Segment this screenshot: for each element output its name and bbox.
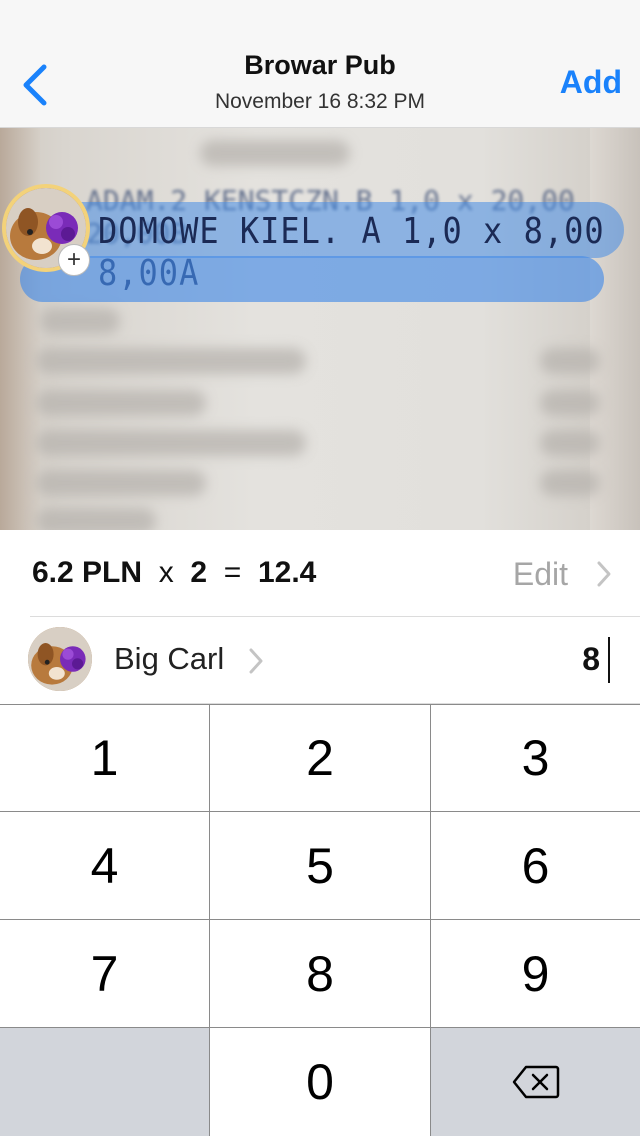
blurred-receipt-text — [36, 470, 206, 496]
avatar — [28, 627, 92, 691]
number-keypad: 1 2 3 4 5 6 7 8 9 0 — [0, 704, 640, 1136]
backspace-icon — [512, 1065, 559, 1099]
key-5[interactable]: 5 — [210, 812, 430, 919]
blurred-receipt-text — [36, 430, 306, 456]
key-0[interactable]: 0 — [210, 1028, 430, 1136]
person-name[interactable]: Big Carl — [114, 641, 224, 677]
key-3[interactable]: 3 — [431, 705, 640, 811]
item-quantity: 2 — [190, 556, 208, 589]
chevron-right-icon[interactable] — [596, 560, 612, 588]
times-sign: x — [158, 556, 174, 589]
key-7[interactable]: 7 — [0, 920, 209, 1027]
key-6[interactable]: 6 — [431, 812, 640, 919]
blurred-receipt-text — [36, 348, 306, 374]
delete-key[interactable] — [431, 1028, 640, 1136]
blurred-receipt-text — [540, 430, 600, 456]
blurred-receipt-text — [200, 140, 350, 166]
item-price: 6.2 PLN — [32, 556, 143, 589]
receipt-photo[interactable]: ADAM.2 KENSTCZN.B 1,0 x 20,00 20,00B DOM… — [0, 128, 640, 530]
key-4[interactable]: 4 — [0, 812, 209, 919]
key-blank — [0, 1028, 209, 1136]
item-calculation-row: 6.2 PLN x 2 = 12.4 Edit — [0, 530, 640, 618]
key-8[interactable]: 8 — [210, 920, 430, 1027]
item-highlight[interactable] — [20, 256, 604, 302]
edit-button[interactable]: Edit — [513, 556, 568, 593]
key-1[interactable]: 1 — [0, 705, 209, 811]
blurred-receipt-text — [36, 390, 206, 416]
blurred-receipt-text — [540, 390, 600, 416]
chevron-right-icon[interactable] — [248, 647, 264, 675]
dog-avatar-image — [28, 627, 92, 691]
date-time-subtitle: November 16 8:32 PM — [214, 90, 426, 113]
page-title: Browar Pub — [244, 50, 396, 80]
blurred-receipt-text — [36, 508, 156, 530]
blurred-receipt-text — [40, 308, 120, 334]
add-button[interactable]: Add — [560, 64, 622, 101]
person-row[interactable]: Big Carl 8 — [0, 617, 640, 703]
blurred-receipt-text — [540, 470, 600, 496]
key-9[interactable]: 9 — [431, 920, 640, 1027]
key-2[interactable]: 2 — [210, 705, 430, 811]
add-person-button[interactable]: + — [58, 244, 90, 276]
equals-sign: = — [223, 556, 242, 589]
item-formula: 6.2 PLN x 2 = 12.4 — [32, 556, 316, 590]
amount-input[interactable]: 8 — [582, 641, 600, 678]
text-cursor — [608, 637, 610, 683]
navigation-bar: Browar Pub November 16 8:32 PM Add — [0, 0, 640, 128]
item-total: 12.4 — [257, 556, 317, 589]
blurred-receipt-text — [540, 348, 600, 374]
